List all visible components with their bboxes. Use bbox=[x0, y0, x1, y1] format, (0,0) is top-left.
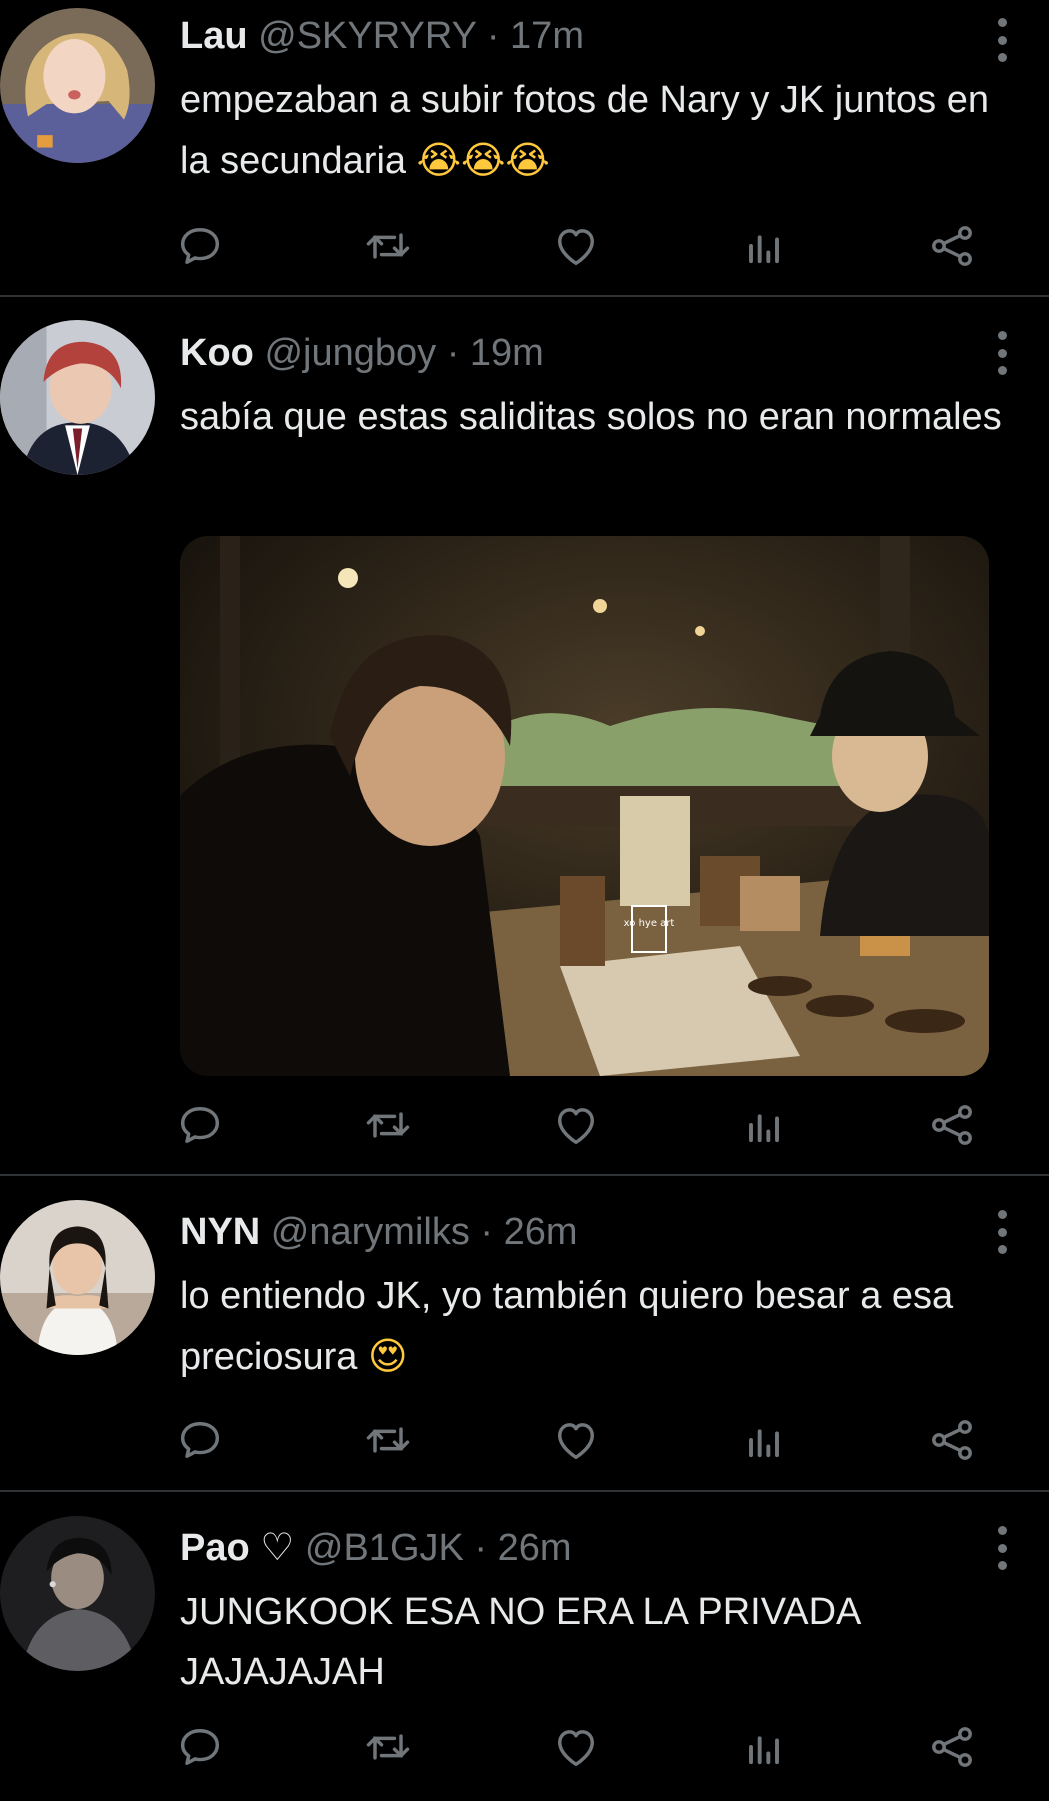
like-icon[interactable] bbox=[550, 1414, 602, 1466]
share-icon[interactable] bbox=[926, 1414, 978, 1466]
user-handle[interactable]: @jungboy bbox=[264, 332, 436, 374]
tweet-header: Koo @jungboy · 19m bbox=[180, 331, 1009, 375]
like-icon[interactable] bbox=[550, 1721, 602, 1773]
timeline-feed: Lau @SKYRYRY · 17m empezaban a subir fot… bbox=[0, 0, 1049, 1801]
more-options-icon[interactable] bbox=[995, 18, 1009, 62]
more-options-icon[interactable] bbox=[995, 1526, 1009, 1570]
avatar[interactable] bbox=[0, 8, 155, 163]
timestamp[interactable]: 26m bbox=[498, 1527, 572, 1569]
timestamp[interactable]: 26m bbox=[504, 1211, 578, 1253]
action-bar bbox=[180, 220, 980, 272]
tweet-text: JUNGKOOK ESA NO ERA LA PRIVADA JAJAJAJAH bbox=[180, 1582, 1009, 1702]
timestamp[interactable]: 17m bbox=[510, 15, 584, 57]
more-options-icon[interactable] bbox=[995, 331, 1009, 375]
tweet-header: NYN @narymilks · 26m bbox=[180, 1210, 1009, 1254]
analytics-icon[interactable] bbox=[738, 220, 790, 272]
action-bar bbox=[180, 1721, 980, 1773]
separator: · bbox=[446, 332, 460, 374]
retweet-icon[interactable] bbox=[362, 220, 414, 272]
tweet-header: Pao ♡ @B1GJK · 26m bbox=[180, 1526, 1009, 1570]
like-icon[interactable] bbox=[550, 220, 602, 272]
reply-icon[interactable] bbox=[174, 1414, 226, 1466]
emoji: 😭😭😭 bbox=[416, 138, 550, 182]
tweet-text: lo entiendo JK, yo también quiero besar … bbox=[180, 1266, 1009, 1387]
tweet-body: sabía que estas saliditas solos no eran … bbox=[180, 396, 1002, 438]
action-bar bbox=[180, 1099, 980, 1151]
tweet-content: Koo @jungboy · 19m sabía que estas salid… bbox=[180, 331, 1009, 447]
user-handle[interactable]: @narymilks bbox=[271, 1211, 470, 1253]
tweet-text: sabía que estas saliditas solos no eran … bbox=[180, 387, 1009, 447]
tweet-text: empezaban a subir fotos de Nary y JK jun… bbox=[180, 70, 1009, 191]
tweet-photo[interactable]: xo hye art bbox=[180, 536, 989, 1076]
display-name[interactable]: Pao ♡ bbox=[180, 1527, 294, 1569]
reply-icon[interactable] bbox=[174, 1099, 226, 1151]
avatar[interactable] bbox=[0, 1200, 155, 1355]
like-icon[interactable] bbox=[550, 1099, 602, 1151]
share-icon[interactable] bbox=[926, 1099, 978, 1151]
action-bar bbox=[180, 1414, 980, 1466]
display-name[interactable]: Lau bbox=[180, 15, 248, 57]
avatar[interactable] bbox=[0, 320, 155, 475]
tweet[interactable]: Lau @SKYRYRY · 17m empezaban a subir fot… bbox=[0, 0, 1049, 297]
tweet[interactable]: NYN @narymilks · 26m lo entiendo JK, yo … bbox=[0, 1176, 1049, 1492]
reply-icon[interactable] bbox=[174, 1721, 226, 1773]
retweet-icon[interactable] bbox=[362, 1414, 414, 1466]
share-icon[interactable] bbox=[926, 220, 978, 272]
retweet-icon[interactable] bbox=[362, 1099, 414, 1151]
tweet-body: JUNGKOOK ESA NO ERA LA PRIVADA JAJAJAJAH bbox=[180, 1591, 860, 1693]
separator: · bbox=[480, 1211, 494, 1253]
analytics-icon[interactable] bbox=[738, 1721, 790, 1773]
retweet-icon[interactable] bbox=[362, 1721, 414, 1773]
tweet-content: Pao ♡ @B1GJK · 26m JUNGKOOK ESA NO ERA L… bbox=[180, 1526, 1009, 1702]
avatar-dark-photo-icon bbox=[0, 1516, 155, 1671]
tweet-content: Lau @SKYRYRY · 17m empezaban a subir fot… bbox=[180, 14, 1009, 191]
tweet-body: lo entiendo JK, yo también quiero besar … bbox=[180, 1275, 954, 1378]
separator: · bbox=[474, 1527, 488, 1569]
share-icon[interactable] bbox=[926, 1721, 978, 1773]
tweet-body: empezaban a subir fotos de Nary y JK jun… bbox=[180, 79, 990, 182]
tweet-header: Lau @SKYRYRY · 17m bbox=[180, 14, 1009, 58]
avatar-blonde-girl-icon bbox=[0, 8, 155, 163]
avatar-girl-white-top-icon bbox=[0, 1200, 155, 1355]
emoji: 😍 bbox=[367, 1334, 408, 1378]
photo-watermark: xo hye art bbox=[624, 918, 675, 929]
separator: · bbox=[486, 15, 500, 57]
user-handle[interactable]: @SKYRYRY bbox=[258, 15, 476, 57]
reply-icon[interactable] bbox=[174, 220, 226, 272]
more-options-icon[interactable] bbox=[995, 1210, 1009, 1254]
analytics-icon[interactable] bbox=[738, 1414, 790, 1466]
display-name[interactable]: Koo bbox=[180, 332, 254, 374]
tweet[interactable]: Koo @jungboy · 19m sabía que estas salid… bbox=[0, 297, 1049, 1176]
display-name[interactable]: NYN bbox=[180, 1211, 260, 1253]
tweet[interactable]: Pao ♡ @B1GJK · 26m JUNGKOOK ESA NO ERA L… bbox=[0, 1492, 1049, 1801]
analytics-icon[interactable] bbox=[738, 1099, 790, 1151]
avatar-red-hair-boy-icon bbox=[0, 320, 155, 475]
user-handle[interactable]: @B1GJK bbox=[305, 1527, 464, 1569]
avatar[interactable] bbox=[0, 1516, 155, 1671]
photo-restaurant-image: xo hye art bbox=[180, 536, 989, 1076]
timestamp[interactable]: 19m bbox=[470, 332, 544, 374]
tweet-content: NYN @narymilks · 26m lo entiendo JK, yo … bbox=[180, 1210, 1009, 1387]
